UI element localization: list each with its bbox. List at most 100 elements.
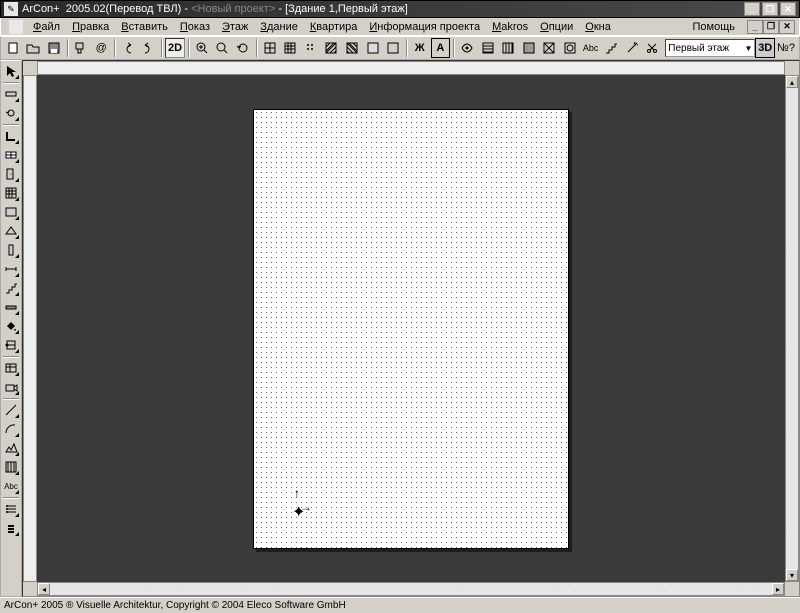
roof-button[interactable] (2, 222, 20, 240)
viewport[interactable]: ↑ ✦ → (37, 75, 785, 582)
menu-опции[interactable]: Опции (534, 20, 579, 34)
ruler-horizontal[interactable] (37, 61, 785, 75)
hatch1-button[interactable] (478, 38, 498, 58)
scissors-button[interactable] (643, 38, 663, 58)
zoom-extents-button[interactable] (192, 38, 212, 58)
corner-button[interactable] (2, 127, 20, 145)
menu-правка[interactable]: Правка (66, 20, 115, 34)
camera-button[interactable] (2, 378, 20, 396)
minimize-button[interactable]: _ (744, 2, 760, 16)
save-button[interactable] (44, 38, 64, 58)
fill-button[interactable] (2, 317, 20, 335)
drawing-page[interactable]: ↑ ✦ → (253, 109, 569, 549)
door-button[interactable] (2, 165, 20, 183)
wall-button[interactable] (2, 85, 20, 103)
terrain-button[interactable] (2, 439, 20, 457)
column-button[interactable] (2, 241, 20, 259)
mdi-doc-icon[interactable] (9, 20, 23, 34)
grid4-button[interactable] (322, 38, 342, 58)
menu-информация проекта[interactable]: Информация проекта (363, 20, 486, 34)
grid7-button[interactable] (383, 38, 403, 58)
maximize-button[interactable]: ❐ (762, 2, 778, 16)
menu-квартира[interactable]: Квартира (304, 20, 364, 34)
line-tool-button[interactable] (2, 401, 20, 419)
pattern2-icon (501, 41, 515, 55)
zoom-extents-icon (195, 41, 209, 55)
select-arrow-button[interactable] (2, 62, 20, 80)
search-button[interactable] (212, 38, 232, 58)
menu-файл[interactable]: Файл (27, 20, 66, 34)
scrollbar-horizontal[interactable]: ◂ ▸ (37, 582, 785, 596)
open-file-button[interactable] (24, 38, 44, 58)
scroll-h-track[interactable] (50, 583, 772, 595)
scrollbar-vertical[interactable]: ▴ ▾ (785, 75, 799, 582)
scroll-down-button[interactable]: ▾ (786, 569, 798, 581)
mode-2d-button[interactable]: 2D (165, 38, 185, 58)
wand-icon (625, 41, 639, 55)
close-button[interactable]: ✕ (780, 2, 796, 16)
search-icon (215, 41, 229, 55)
menu-окна[interactable]: Окна (579, 20, 617, 34)
grid2-button[interactable] (280, 38, 300, 58)
flyout-indicator-icon (15, 254, 19, 258)
multi-tool-button[interactable] (2, 500, 20, 518)
bold-button[interactable]: Ж (410, 38, 430, 58)
pattern4-icon (542, 41, 556, 55)
separator (3, 124, 19, 126)
hatch4-button[interactable] (540, 38, 560, 58)
scroll-right-button[interactable]: ▸ (772, 583, 784, 595)
at-button[interactable]: @ (91, 38, 111, 58)
grid-icon (263, 41, 277, 55)
more-button[interactable] (2, 519, 20, 537)
stair-top-button[interactable] (601, 38, 621, 58)
btn-3d-button[interactable]: 3D (755, 38, 775, 58)
scroll-left-button[interactable]: ◂ (38, 583, 50, 595)
text-abc-button[interactable]: Abc (2, 477, 20, 495)
menu-help[interactable]: Помощь (687, 20, 742, 34)
grid5-button[interactable] (342, 38, 362, 58)
beam-button[interactable] (2, 298, 20, 316)
grid1-button[interactable] (260, 38, 280, 58)
flyout-indicator-icon (15, 98, 19, 102)
grid6-button[interactable] (363, 38, 383, 58)
window-button[interactable] (2, 146, 20, 164)
grid3-button[interactable] (301, 38, 321, 58)
dimension-button[interactable] (2, 260, 20, 278)
arc-tool-button[interactable] (2, 420, 20, 438)
hatch5-button[interactable] (560, 38, 580, 58)
rotate-button[interactable] (2, 104, 20, 122)
refresh-button[interactable] (233, 38, 253, 58)
copy-format-button[interactable] (71, 38, 91, 58)
text-a-button[interactable]: A (431, 38, 451, 58)
stair-button[interactable] (2, 279, 20, 297)
table-button[interactable] (2, 359, 20, 377)
save-icon (47, 41, 61, 55)
hatch3-button[interactable] (519, 38, 539, 58)
perspective-button[interactable] (457, 38, 477, 58)
redo-button[interactable] (139, 38, 159, 58)
floor-selector[interactable]: Первый этаж▼ (665, 39, 755, 57)
undo-button[interactable] (118, 38, 138, 58)
grid-panel-button[interactable] (2, 184, 20, 202)
abc-button[interactable]: Abc (581, 38, 601, 58)
hatch-vert-button[interactable] (2, 458, 20, 476)
separator (256, 39, 258, 57)
menu-вставить[interactable]: Вставить (115, 20, 174, 34)
ruler-vertical[interactable] (23, 75, 37, 582)
new-file-button[interactable] (3, 38, 23, 58)
scroll-v-track[interactable] (786, 88, 798, 569)
menu-показ[interactable]: Показ (174, 20, 216, 34)
flyout-indicator-icon (15, 292, 19, 296)
menu-этаж[interactable]: Этаж (216, 20, 254, 34)
menu-makros[interactable]: Makros (486, 20, 534, 34)
hatch2-button[interactable] (498, 38, 518, 58)
mdi-maximize[interactable]: ❐ (763, 20, 779, 34)
help-context-button[interactable]: №? (776, 38, 796, 58)
slab-edge-button[interactable] (2, 203, 20, 221)
wand-button[interactable] (622, 38, 642, 58)
scroll-up-button[interactable]: ▴ (786, 76, 798, 88)
section-button[interactable] (2, 336, 20, 354)
mdi-close[interactable]: ✕ (779, 20, 795, 34)
menu-здание[interactable]: Здание (254, 20, 304, 34)
mdi-minimize[interactable]: _ (747, 20, 763, 34)
